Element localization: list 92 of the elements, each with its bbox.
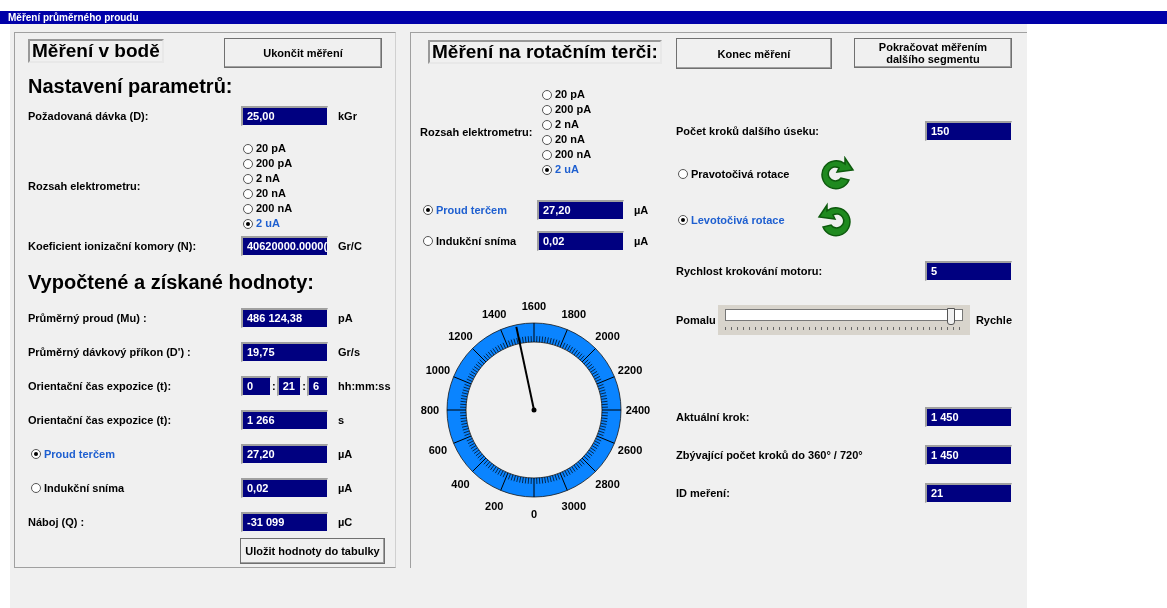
- field-label: Rozsah elektrometru:: [28, 178, 142, 194]
- field-label: ID meření:: [676, 485, 731, 501]
- unit-label: µA: [634, 233, 649, 249]
- slider-thumb[interactable]: [946, 308, 955, 325]
- value-field[interactable]: 0: [241, 376, 272, 396]
- section-heading: Vypočtené a získané hodnoty:: [28, 270, 315, 294]
- value-field[interactable]: 1 266: [241, 410, 328, 430]
- window-title: Měření průměrného proudu: [8, 12, 139, 23]
- field-label: Průměrný proud (Mu) :: [28, 310, 148, 326]
- unit-label: pA: [338, 310, 353, 326]
- value-field[interactable]: 27,20: [537, 200, 624, 220]
- dial-label: 1600: [521, 300, 547, 312]
- action-button[interactable]: Konec měření: [675, 38, 832, 69]
- radio-button[interactable]: 2 nA: [542, 117, 592, 132]
- radio-button[interactable]: 2 uA: [542, 162, 592, 177]
- field-label: Náboj (Q) :: [28, 514, 86, 530]
- panel-title: Měření na rotačním terči:: [428, 40, 662, 64]
- unit-label: µA: [338, 446, 353, 462]
- field-label: Rychlost krokování motoru:: [676, 263, 824, 279]
- value-field[interactable]: 21: [276, 376, 302, 396]
- field-label: Počet kroků dalšího úseku:: [676, 123, 821, 139]
- slider-min-label: Pomalu: [676, 312, 717, 328]
- unit-label: µA: [634, 202, 649, 218]
- dial-label: 2000: [595, 330, 620, 343]
- unit-label: kGr: [338, 108, 357, 124]
- radio-button[interactable]: Proud terčem: [423, 202, 537, 218]
- time-separator: :: [302, 378, 306, 394]
- unit-label: Gr/C: [338, 238, 362, 254]
- field-label: Koeficient ionizační komory (N):: [28, 238, 198, 254]
- radio-button[interactable]: Pravotočivá rotace: [678, 166, 815, 182]
- radio-button[interactable]: Indukční sníma: [423, 233, 537, 249]
- value-field[interactable]: 19,75: [241, 342, 328, 362]
- radio-button[interactable]: 200 pA: [243, 156, 293, 171]
- radio-button[interactable]: 20 pA: [542, 87, 592, 102]
- value-field[interactable]: 21: [925, 483, 1012, 503]
- dial-label: 0: [530, 508, 538, 520]
- action-button[interactable]: Pokračovat měřením dalšího segmentu: [853, 38, 1012, 68]
- dial-label: 2600: [617, 443, 643, 456]
- value-field[interactable]: 1 450: [925, 445, 1012, 465]
- dial-label: 2400: [625, 404, 651, 416]
- unit-label: s: [338, 412, 345, 428]
- dial-label: 1200: [448, 330, 473, 343]
- value-field[interactable]: 150: [925, 121, 1012, 141]
- value-field[interactable]: -31 099: [241, 512, 328, 532]
- unit-label: µA: [338, 480, 353, 496]
- dial-label: 1400: [481, 307, 507, 320]
- action-button[interactable]: Ukončit měření: [224, 38, 382, 68]
- dial-label: 200: [485, 500, 504, 513]
- radio-button[interactable]: Proud terčem: [31, 446, 241, 462]
- section-heading: Nastavení parametrů:: [28, 74, 234, 98]
- dial-label: 400: [451, 477, 470, 490]
- field-label: Orientační čas expozice (t):: [28, 412, 173, 428]
- action-button[interactable]: Uložit hodnoty do tabulky: [240, 538, 385, 564]
- value-field[interactable]: 25,00: [241, 106, 328, 126]
- value-field[interactable]: 6: [307, 376, 328, 396]
- value-field[interactable]: 27,20: [241, 444, 328, 464]
- value-field[interactable]: 0,02: [537, 231, 624, 251]
- radio-button[interactable]: 200 pA: [542, 102, 592, 117]
- dial-label: 2800: [595, 477, 620, 490]
- dial-label: 600: [428, 443, 448, 456]
- value-field[interactable]: 5: [925, 261, 1012, 281]
- time-separator: :: [272, 378, 276, 394]
- dial-label: 1800: [561, 307, 587, 320]
- slider-max-label: Rychle: [975, 312, 1012, 328]
- unit-label: Gr/s: [338, 344, 360, 360]
- panel-title: Měření v bodě: [28, 39, 164, 63]
- speed-slider[interactable]: [718, 305, 970, 335]
- radio-button[interactable]: Levotočivá rotace: [678, 212, 815, 228]
- dial-label: 3000: [561, 500, 587, 513]
- radio-button[interactable]: 20 nA: [243, 186, 293, 201]
- unit-label: hh:mm:ss: [338, 378, 391, 394]
- radio-button[interactable]: 20 pA: [243, 141, 293, 156]
- radio-button[interactable]: 2 nA: [243, 171, 293, 186]
- radio-button[interactable]: 200 nA: [243, 201, 293, 216]
- field-label: Zbývající počet kroků do 360° / 720°: [676, 447, 864, 463]
- dial-label: 2200: [617, 364, 643, 377]
- radio-button[interactable]: 2 uA: [243, 216, 293, 231]
- field-label: Požadovaná dávka (D):: [28, 108, 150, 124]
- value-field[interactable]: 486 124,38: [241, 308, 328, 328]
- dial-label: 800: [420, 404, 440, 416]
- value-field[interactable]: 0,02: [241, 478, 328, 498]
- radio-button[interactable]: 20 nA: [542, 132, 592, 147]
- radio-button[interactable]: Indukční sníma: [31, 480, 241, 496]
- field-label: Rozsah elektrometru:: [420, 124, 534, 140]
- field-label: Aktuální krok:: [676, 409, 751, 425]
- radio-button[interactable]: 200 nA: [542, 147, 592, 162]
- unit-label: µC: [338, 514, 353, 530]
- dial-label: 1000: [425, 364, 451, 377]
- field-label: Průměrný dávkový příkon (D') :: [28, 344, 192, 360]
- field-label: Orientační čas expozice (t):: [28, 378, 173, 394]
- value-field[interactable]: 1 450: [925, 407, 1012, 427]
- value-field[interactable]: 40620000.0000(: [241, 236, 328, 256]
